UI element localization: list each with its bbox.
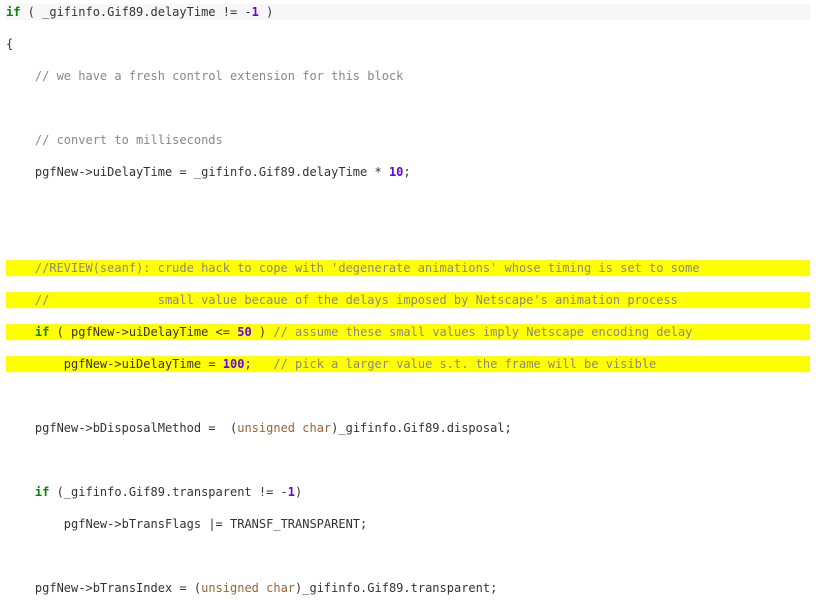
code-block: if ( _gifinfo.Gif89.delayTime != -1 ) { … [0,0,816,600]
code-line: // small value becaue of the delays impo… [6,292,810,308]
code-line: //REVIEW(seanf): crude hack to cope with… [6,260,810,276]
code-line: if ( pgfNew->uiDelayTime <= 50 ) // assu… [6,324,810,340]
code-line: pgfNew->bTransFlags |= TRANSF_TRANSPAREN… [6,516,810,532]
code-line: // convert to milliseconds [6,132,810,148]
code-line: if (_gifinfo.Gif89.transparent != -1) [6,484,810,500]
code-line: if ( _gifinfo.Gif89.delayTime != -1 ) [6,4,810,20]
code-line: pgfNew->bTransIndex = (unsigned char)_gi… [6,580,810,596]
code-line: { [6,36,810,52]
code-line [6,452,810,468]
code-line [6,548,810,564]
code-line: pgfNew->uiDelayTime = 100; // pick a lar… [6,356,810,372]
code-line [6,100,810,116]
code-line [6,228,810,244]
code-line: // we have a fresh control extension for… [6,68,810,84]
code-line [6,388,810,404]
code-line: pgfNew->uiDelayTime = _gifinfo.Gif89.del… [6,164,810,180]
code-line [6,196,810,212]
code-line: pgfNew->bDisposalMethod = (unsigned char… [6,420,810,436]
